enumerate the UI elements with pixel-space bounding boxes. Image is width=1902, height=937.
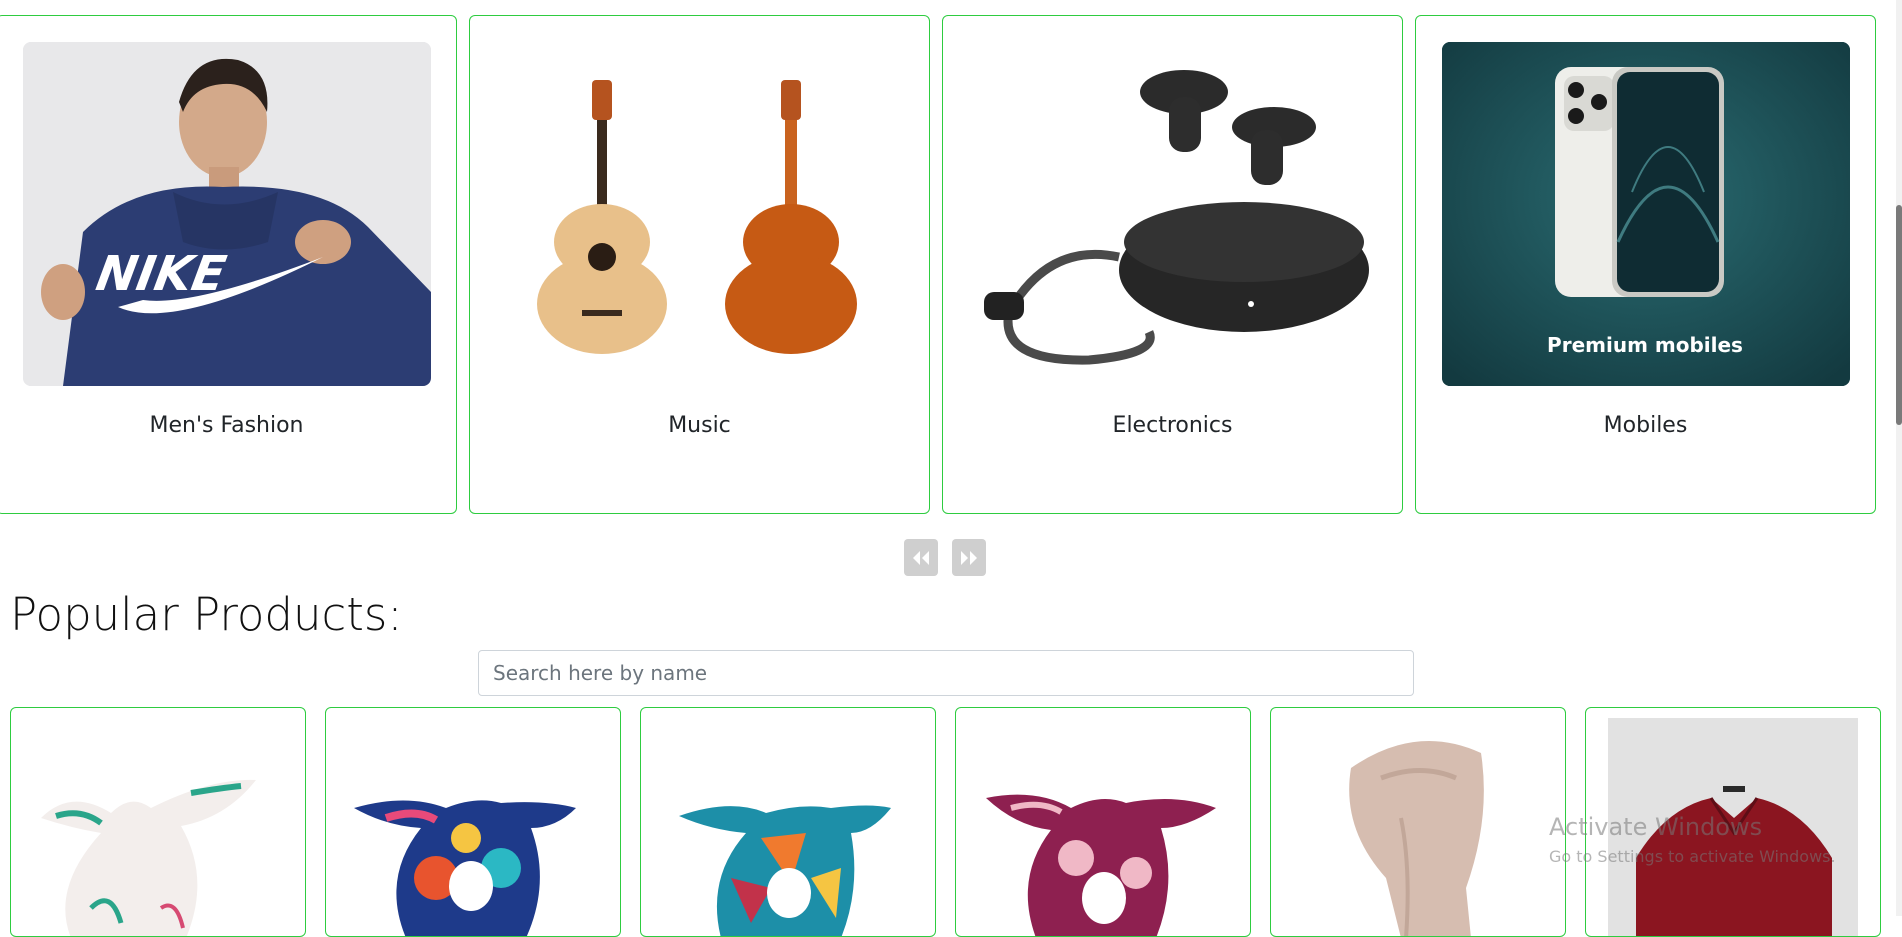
category-card-music[interactable]: Music bbox=[469, 15, 930, 514]
category-label[interactable]: Mobiles bbox=[1416, 413, 1875, 438]
category-label[interactable]: Music bbox=[470, 413, 929, 438]
category-card-mens-fashion[interactable]: NIKE Men's Fashion bbox=[0, 15, 457, 514]
popular-products-title: Popular Products: bbox=[10, 588, 403, 641]
carousel-prev-button[interactable] bbox=[904, 539, 938, 576]
search-input[interactable] bbox=[478, 650, 1414, 696]
product-image-scarf[interactable] bbox=[1271, 708, 1566, 937]
double-chevron-right-icon bbox=[961, 550, 977, 565]
product-image-scarf[interactable] bbox=[326, 708, 621, 937]
scrollbar-thumb[interactable] bbox=[1896, 205, 1902, 425]
category-image-earbuds[interactable] bbox=[969, 42, 1377, 386]
double-chevron-left-icon bbox=[913, 550, 929, 565]
premium-mobiles-overlay: Premium mobiles bbox=[1547, 333, 1743, 357]
product-image-scarf[interactable] bbox=[641, 708, 936, 937]
category-card-electronics[interactable]: Electronics bbox=[942, 15, 1403, 514]
category-label[interactable]: Electronics bbox=[943, 413, 1402, 438]
product-image-scarf[interactable] bbox=[11, 708, 306, 937]
carousel-next-button[interactable] bbox=[952, 539, 986, 576]
product-card[interactable] bbox=[1585, 707, 1881, 937]
category-image-guitar[interactable] bbox=[496, 42, 904, 386]
product-card[interactable] bbox=[325, 707, 621, 937]
category-image-hoodie[interactable]: NIKE bbox=[23, 42, 431, 386]
product-image-scarf[interactable] bbox=[956, 708, 1251, 937]
product-card[interactable] bbox=[10, 707, 306, 937]
category-card-mobiles[interactable]: Mobiles bbox=[1415, 15, 1876, 514]
product-card[interactable] bbox=[1270, 707, 1566, 937]
product-card[interactable] bbox=[955, 707, 1251, 937]
product-card[interactable] bbox=[640, 707, 936, 937]
category-label[interactable]: Men's Fashion bbox=[0, 413, 456, 438]
product-image-shirt[interactable] bbox=[1586, 708, 1881, 937]
svg-text:NIKE: NIKE bbox=[92, 246, 230, 302]
scrollbar[interactable] bbox=[1896, 0, 1902, 916]
